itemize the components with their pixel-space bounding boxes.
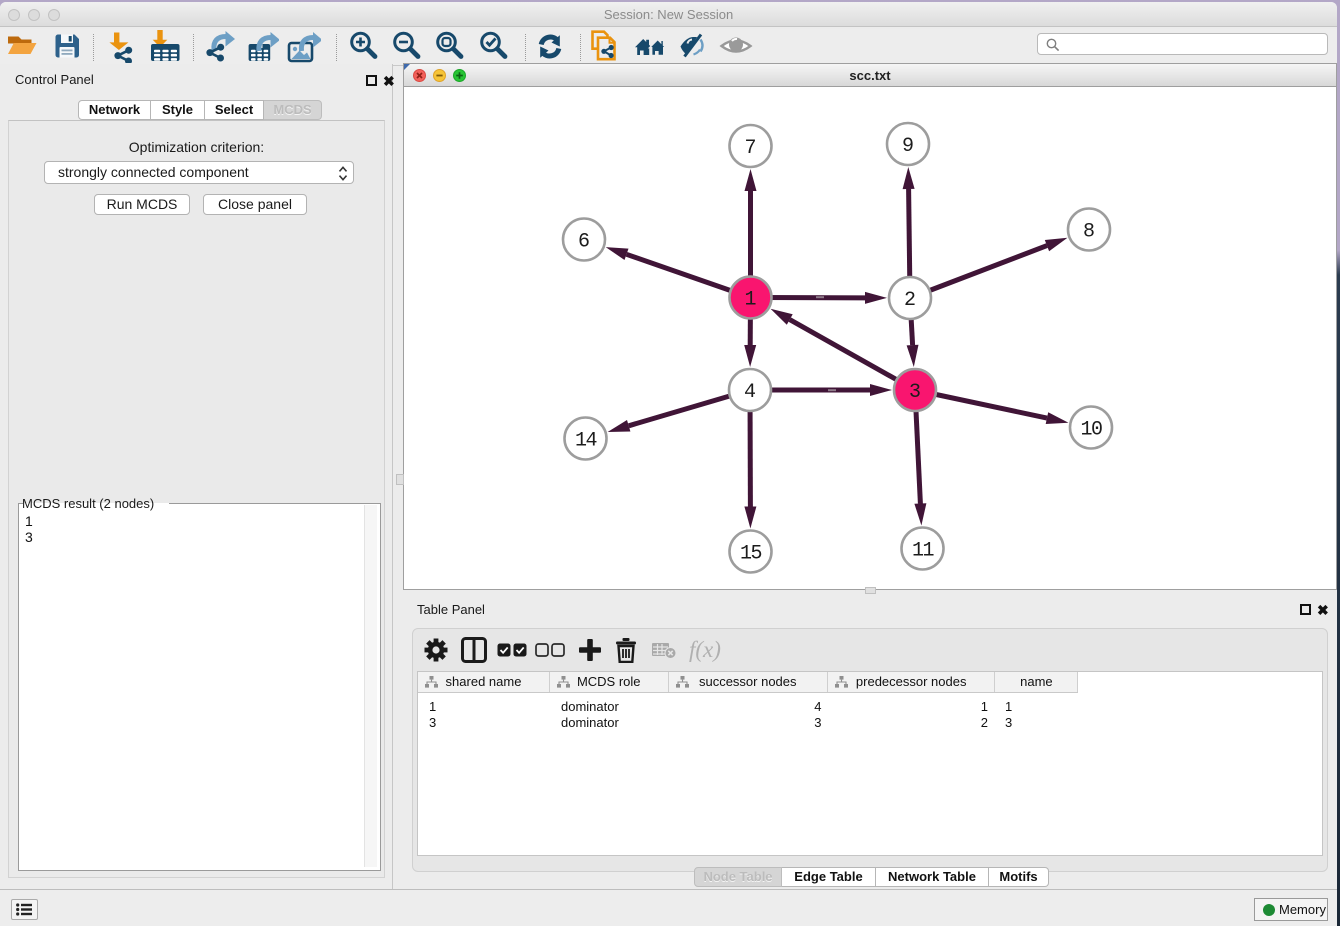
svg-text:1: 1 <box>744 289 756 312</box>
svg-text:9: 9 <box>902 135 914 158</box>
svg-text:14: 14 <box>575 430 597 453</box>
svg-text:3: 3 <box>909 381 921 404</box>
svg-text:11: 11 <box>912 540 935 563</box>
svg-text:10: 10 <box>1080 419 1102 442</box>
svg-text:15: 15 <box>740 543 762 566</box>
svg-text:2: 2 <box>904 289 916 312</box>
svg-text:6: 6 <box>578 231 590 254</box>
svg-text:4: 4 <box>744 381 756 404</box>
svg-text:8: 8 <box>1083 221 1095 244</box>
svg-text:7: 7 <box>744 137 756 160</box>
